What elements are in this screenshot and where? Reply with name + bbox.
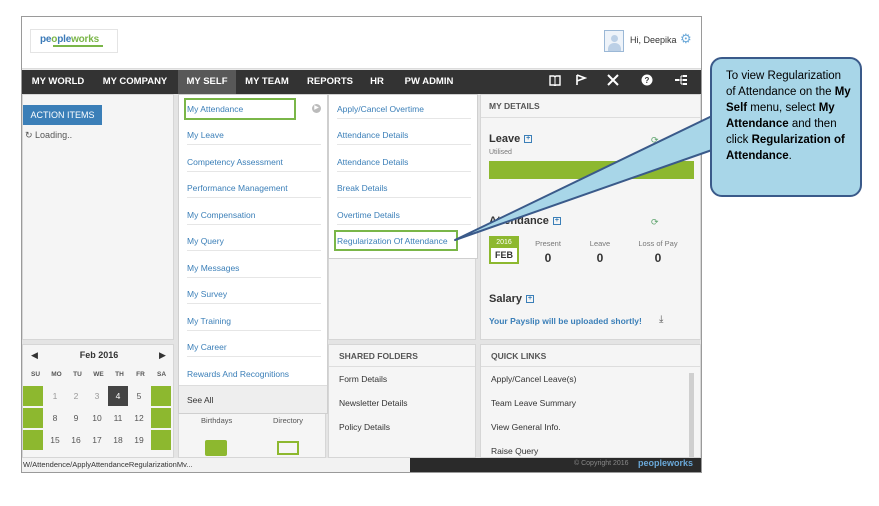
directory-icon[interactable]	[277, 441, 299, 455]
calendar-day[interactable]: 19	[129, 430, 149, 450]
nav-pw-admin[interactable]: PW ADMIN	[396, 70, 462, 94]
quick-link-item[interactable]: View General Info.	[491, 422, 561, 432]
action-items-tab[interactable]: ACTION ITEMS	[23, 105, 102, 125]
tools-icon[interactable]	[600, 70, 626, 94]
loading-text: ↻ Loading..	[25, 130, 73, 140]
quick-link-item[interactable]: Raise Query	[491, 446, 538, 456]
directory-label[interactable]: Directory	[273, 416, 303, 425]
gear-icon[interactable]: ⚙	[680, 32, 693, 45]
birthday-icon[interactable]	[205, 440, 227, 456]
sitemap-icon[interactable]	[668, 70, 694, 94]
help-icon[interactable]: ?	[634, 70, 660, 94]
menu-item-my-compensation[interactable]: My Compensation	[187, 205, 321, 225]
quick-links-scrollbar[interactable]	[689, 373, 694, 457]
quick-links-title: QUICK LINKS	[481, 345, 700, 367]
calendar-day[interactable]	[151, 430, 171, 450]
flag-icon[interactable]	[568, 70, 594, 94]
avatar[interactable]	[604, 30, 624, 52]
shared-folders-panel: SHARED FOLDERS Form Details Newsletter D…	[328, 344, 476, 458]
salary-title: Salary +	[489, 293, 535, 305]
calendar-next-icon[interactable]: ▶	[159, 345, 166, 365]
calendar-dow: TH	[115, 371, 124, 378]
calendar-day[interactable]: 17	[87, 430, 107, 450]
calendar-day[interactable]	[23, 408, 43, 428]
calendar-dow: TU	[73, 371, 82, 378]
calendar-day[interactable]: 9	[66, 408, 86, 428]
menu-item-my-query[interactable]: My Query	[187, 231, 321, 251]
calendar-day[interactable]: 11	[108, 408, 128, 428]
copyright-text: © Copyright 2016	[574, 460, 629, 467]
status-url: W/Attendence/ApplyAttendanceRegularizati…	[22, 458, 410, 472]
menu-item-performance-management[interactable]: Performance Management	[187, 178, 321, 198]
calendar-dow: SA	[156, 371, 167, 378]
shared-folders-title: SHARED FOLDERS	[329, 345, 475, 367]
quick-link-item[interactable]: Team Leave Summary	[491, 398, 576, 408]
quick-links-panel: QUICK LINKS Apply/Cancel Leave(s) Team L…	[480, 344, 701, 458]
nav-reports[interactable]: REPORTS	[302, 70, 358, 94]
calendar-day[interactable]: 5	[129, 386, 149, 406]
shared-folder-item[interactable]: Form Details	[339, 374, 387, 384]
calendar-day[interactable]: 15	[45, 430, 65, 450]
calendar-day[interactable]: 12	[129, 408, 149, 428]
menu-item-my-survey[interactable]: My Survey	[187, 284, 321, 304]
nav-my-world[interactable]: MY WORLD	[22, 70, 94, 94]
chevron-right-icon: ▶	[312, 104, 321, 113]
svg-text:?: ?	[645, 76, 650, 85]
menu-item-my-career[interactable]: My Career	[187, 337, 321, 357]
action-items-panel: ACTION ITEMS ↻ Loading..	[22, 94, 174, 340]
logo-text: peopleworks	[40, 34, 99, 45]
user-greeting: Hi, Deepika	[630, 35, 677, 45]
menu-item-my-leave[interactable]: My Leave	[187, 125, 321, 145]
status-bar: W/Attendence/ApplyAttendanceRegularizati…	[22, 458, 701, 472]
calendar-day-today[interactable]: 4	[108, 386, 128, 406]
my-self-menu: My Attendance ▶ My Leave Competency Asse…	[178, 94, 328, 414]
calendar-dow: SU	[30, 371, 41, 378]
callout-pointer	[454, 115, 713, 241]
menu-item-rewards[interactable]: Rewards And Recognitions	[187, 364, 321, 384]
nav-my-team[interactable]: MY TEAM	[238, 70, 296, 94]
shared-folder-item[interactable]: Policy Details	[339, 422, 390, 432]
calendar-panel: ◀ Feb 2016 ▶ SU MO TU WE TH FR SA 1 2 3 …	[22, 344, 174, 458]
calendar-day[interactable]	[23, 386, 43, 406]
calendar-day[interactable]	[23, 430, 43, 450]
download-icon[interactable]: ⤓	[659, 314, 663, 325]
calendar-day[interactable]: 10	[87, 408, 107, 428]
birthdays-label[interactable]: Birthdays	[201, 416, 232, 425]
peopleworks-logo[interactable]: peopleworks	[30, 29, 118, 53]
book-icon[interactable]	[542, 70, 568, 94]
logo-tagline-bar	[53, 45, 103, 47]
calendar-day[interactable]: 2	[66, 386, 86, 406]
expand-icon[interactable]: +	[526, 295, 535, 304]
calendar-day[interactable]: 1	[45, 386, 65, 406]
shared-folder-item[interactable]: Newsletter Details	[339, 398, 408, 408]
calendar-day[interactable]: 18	[108, 430, 128, 450]
calendar-day[interactable]	[151, 408, 171, 428]
calendar-day[interactable]: 8	[45, 408, 65, 428]
calendar-dow: MO	[51, 371, 62, 378]
main-nav: MY WORLD MY COMPANY MY SELF MY TEAM REPO…	[22, 70, 701, 94]
menu-item-competency-assessment[interactable]: Competency Assessment	[187, 152, 321, 172]
payslip-message[interactable]: Your Payslip will be uploaded shortly!	[489, 316, 642, 326]
instruction-callout: To view Regularization of Attendance on …	[710, 57, 862, 197]
calendar-month: Feb 2016	[79, 350, 119, 360]
calendar-dow: FR	[136, 371, 145, 378]
see-all-link[interactable]: See All	[179, 385, 327, 413]
refresh-icon: ↻	[25, 130, 36, 140]
menu-item-my-messages[interactable]: My Messages	[187, 258, 321, 278]
calendar-day[interactable]: 3	[87, 386, 107, 406]
footer-logo: peopleworks	[638, 458, 694, 468]
calendar-day[interactable]	[151, 386, 171, 406]
nav-my-company[interactable]: MY COMPANY	[94, 70, 176, 94]
calendar-dow: WE	[93, 371, 104, 378]
nav-hr[interactable]: HR	[362, 70, 392, 94]
nav-my-self[interactable]: MY SELF	[178, 70, 236, 94]
quick-link-item[interactable]: Apply/Cancel Leave(s)	[491, 374, 577, 384]
calendar-day[interactable]: 16	[66, 430, 86, 450]
menu-item-my-attendance[interactable]: My Attendance	[187, 99, 321, 119]
menu-item-my-training[interactable]: My Training	[187, 311, 321, 331]
top-bar: peopleworks Hi, Deepika ⚙	[22, 17, 701, 69]
